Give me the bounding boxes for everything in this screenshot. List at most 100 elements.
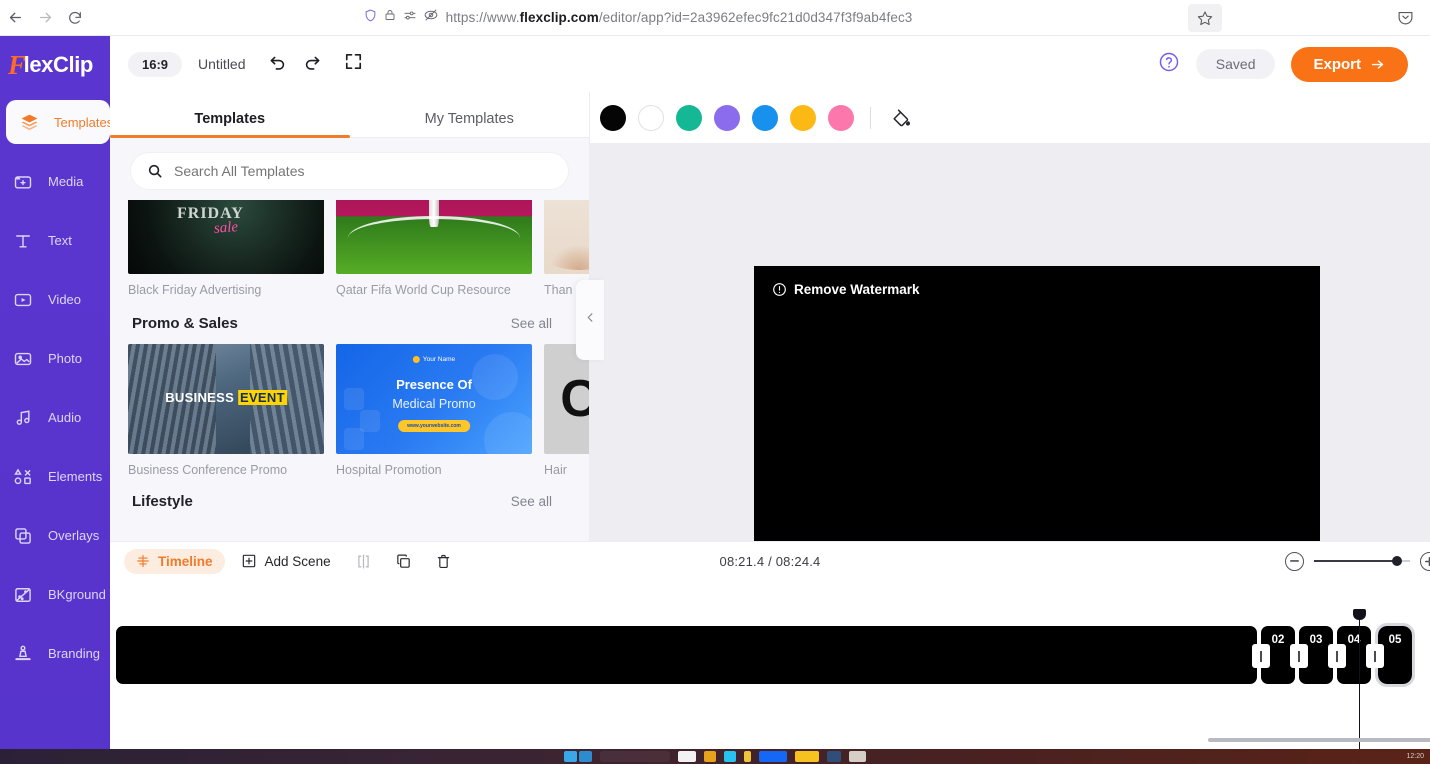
- sidebar-item-overlays[interactable]: Overlays: [0, 506, 110, 565]
- search-box[interactable]: [130, 152, 569, 190]
- sidebar-item-branding[interactable]: Branding: [0, 624, 110, 683]
- timeline-toolbar: Timeline Add Scene 08:21.4 / 08:24.4: [110, 542, 1430, 580]
- template-card[interactable]: BUSINESS EVENT Business Conference Promo: [128, 344, 324, 477]
- taskbar-app-icon[interactable]: [849, 751, 866, 762]
- reload-icon[interactable]: [60, 3, 90, 33]
- clip-trim-handle[interactable]: [1290, 644, 1308, 668]
- permissions-icon[interactable]: [403, 9, 417, 27]
- template-card[interactable]: BLACK FRIDAY sale Black Friday Advertisi…: [128, 200, 324, 297]
- save-status-button[interactable]: Saved: [1195, 49, 1276, 79]
- color-swatch-white[interactable]: [638, 104, 664, 131]
- media-folder-icon: [11, 170, 35, 194]
- taskbar-app-icon[interactable]: [795, 751, 819, 762]
- taskbar-app-icon[interactable]: [744, 751, 751, 762]
- shield-icon[interactable]: [364, 8, 377, 28]
- help-circle-icon[interactable]: [1158, 51, 1180, 78]
- lock-icon[interactable]: [384, 8, 396, 27]
- color-swatch-black[interactable]: [600, 104, 626, 131]
- timeline-track[interactable]: 02 03 04 05: [116, 623, 1415, 687]
- sidebar-item-media[interactable]: Media: [0, 152, 110, 211]
- timeline-horizontal-scrollbar[interactable]: [1208, 738, 1430, 742]
- zoom-slider-knob[interactable]: [1392, 556, 1402, 566]
- minus-circle-icon[interactable]: [1285, 551, 1304, 571]
- sidebar-item-elements[interactable]: Elements: [0, 447, 110, 506]
- templates-scroll-list[interactable]: BLACK FRIDAY sale Black Friday Advertisi…: [110, 200, 589, 560]
- sidebar-item-audio[interactable]: Audio: [0, 388, 110, 447]
- search-icon: [147, 163, 163, 179]
- add-scene-button[interactable]: Add Scene: [231, 547, 341, 575]
- clip-trim-handle[interactable]: [1366, 644, 1384, 668]
- color-toolbar: [590, 92, 1430, 144]
- timeline-panel: Timeline Add Scene 08:21.4 / 08:24.4 02 …: [110, 541, 1430, 764]
- color-swatch-blue[interactable]: [752, 104, 778, 131]
- color-swatch-pink[interactable]: [828, 104, 854, 131]
- color-swatch-teal[interactable]: [676, 104, 702, 131]
- taskbar-app-icon[interactable]: [827, 751, 841, 762]
- clip-trim-handle[interactable]: [1328, 644, 1346, 668]
- taskbar-app-icon[interactable]: [759, 751, 787, 762]
- timeline-clip[interactable]: [116, 626, 1257, 684]
- remove-watermark-button[interactable]: Remove Watermark: [772, 282, 920, 297]
- audio-icon: [11, 406, 35, 430]
- paint-bucket-icon[interactable]: [887, 104, 915, 132]
- handle-grip: [1260, 650, 1262, 662]
- taskbar-app-icon[interactable]: [724, 751, 736, 762]
- timeline-clip-selected[interactable]: 05: [1366, 623, 1415, 687]
- see-all-link[interactable]: See all: [511, 316, 552, 331]
- toolbar-divider: [870, 106, 871, 129]
- color-swatch-yellow[interactable]: [790, 104, 816, 131]
- tab-my-templates[interactable]: My Templates: [350, 111, 590, 137]
- star-icon[interactable]: [1188, 3, 1222, 32]
- template-card[interactable]: C Hair: [544, 344, 589, 477]
- overlays-icon: [11, 524, 35, 548]
- template-thumbnail: C: [544, 344, 589, 454]
- sidebar-item-video[interactable]: Video: [0, 270, 110, 329]
- redo-icon[interactable]: [302, 52, 322, 77]
- tab-templates[interactable]: Templates: [110, 111, 350, 138]
- trash-icon[interactable]: [427, 547, 461, 575]
- sidebar-item-text[interactable]: Text: [0, 211, 110, 270]
- pocket-icon[interactable]: [1390, 4, 1420, 32]
- duplicate-icon[interactable]: [387, 547, 421, 575]
- fullscreen-icon[interactable]: [344, 52, 363, 76]
- see-all-link[interactable]: See all: [511, 494, 552, 509]
- taskbar-window-group[interactable]: [600, 751, 670, 762]
- sidebar-item-templates[interactable]: Templates: [6, 100, 113, 144]
- timeline-playhead[interactable]: [1353, 609, 1366, 764]
- back-arrow-icon[interactable]: [0, 3, 30, 33]
- playhead-handle[interactable]: [1353, 609, 1366, 620]
- video-canvas[interactable]: Remove Watermark: [754, 266, 1320, 584]
- sidebar-item-photo[interactable]: Photo: [0, 329, 110, 388]
- plus-circle-icon[interactable]: [1420, 551, 1430, 571]
- template-card[interactable]: Your Name Presence Of Medical Promo www.…: [336, 344, 532, 477]
- search-area: [110, 138, 589, 200]
- forward-arrow-icon[interactable]: [30, 3, 60, 33]
- undo-icon[interactable]: [268, 52, 288, 77]
- split-icon[interactable]: [347, 547, 381, 575]
- address-bar[interactable]: https://www.flexclip.com/editor/app?id=2…: [96, 4, 1180, 32]
- timeline-body[interactable]: 02 03 04 05: [110, 580, 1430, 764]
- export-button[interactable]: Export: [1291, 46, 1408, 82]
- aspect-ratio-button[interactable]: 16:9: [128, 51, 183, 77]
- taskbar-app-icon[interactable]: [579, 751, 592, 762]
- tracking-protection-off-icon[interactable]: [424, 8, 438, 27]
- chevron-left-icon: [585, 310, 596, 330]
- sidebar-item-label: Elements: [48, 469, 103, 484]
- address-bar-icons: [364, 8, 438, 28]
- sidebar-item-bkground[interactable]: BKground: [0, 565, 110, 624]
- video-icon: [11, 288, 35, 312]
- template-card[interactable]: Qatar Fifa World Cup Resource: [336, 200, 532, 297]
- clip-trim-handle[interactable]: [1252, 644, 1270, 668]
- taskbar-app-icon[interactable]: [678, 751, 696, 762]
- timeline-mode-button[interactable]: Timeline: [124, 548, 225, 574]
- thumb-text: BUSINESS EVENT: [165, 390, 287, 406]
- project-title[interactable]: Untitled: [198, 56, 245, 72]
- taskbar-app-icon[interactable]: [704, 751, 716, 762]
- flexclip-logo[interactable]: FlexClip: [0, 36, 110, 94]
- url-path: /editor/app?id=2a3962efec9fc21d0d347f3f9…: [598, 10, 913, 25]
- color-swatch-purple[interactable]: [714, 104, 740, 131]
- collapse-panel-button[interactable]: [576, 280, 604, 360]
- taskbar-app-icon[interactable]: [564, 751, 577, 762]
- search-input[interactable]: [174, 163, 552, 179]
- zoom-slider[interactable]: [1314, 556, 1410, 566]
